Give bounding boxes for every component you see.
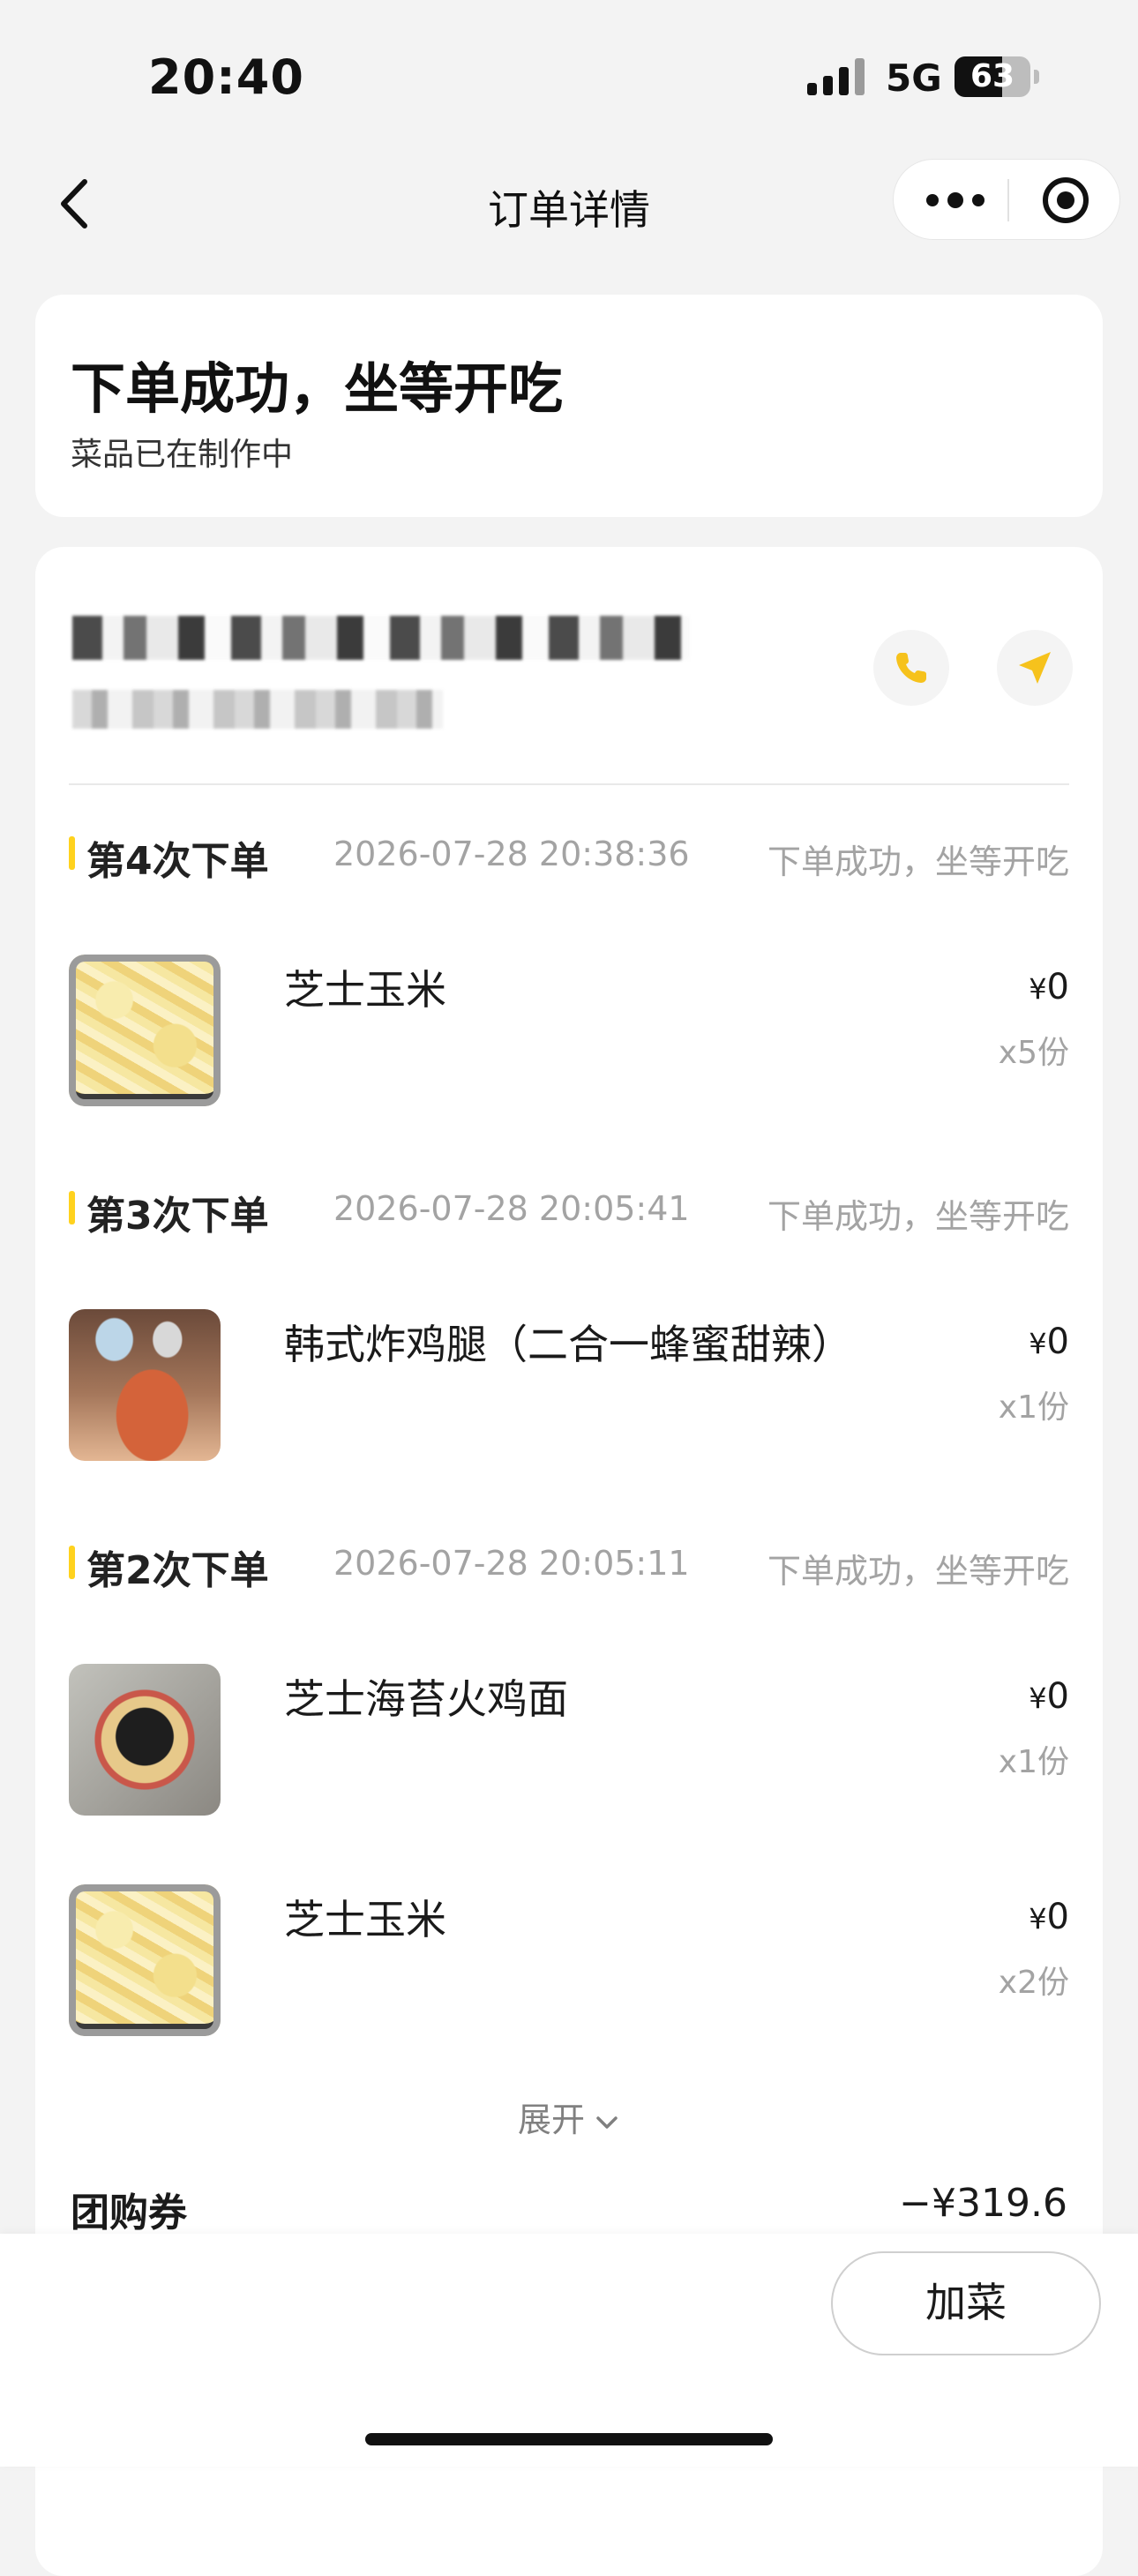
signal-icon (807, 58, 865, 95)
target-close-icon (1043, 177, 1089, 223)
navigate-button[interactable] (997, 630, 1073, 706)
item-price-value: 0 (1046, 1322, 1069, 1362)
order-batch-header: 第2次下单 2026-07-28 20:05:11 下单成功，坐等开吃 (69, 1535, 1069, 1593)
close-miniprogram-button[interactable] (1026, 167, 1105, 234)
item-price: ¥0 (1029, 1676, 1069, 1717)
order-batch-header: 第4次下单 2026-07-28 20:38:36 下单成功，坐等开吃 (69, 826, 1069, 884)
item-quantity: x1份 (998, 1389, 1069, 1426)
call-store-button[interactable] (873, 630, 949, 706)
item-price-value: 0 (1046, 1676, 1069, 1717)
batch-accent-bar (69, 1191, 75, 1224)
order-status-title: 下单成功，坐等开吃 (71, 356, 564, 421)
currency-symbol: ¥ (1029, 1681, 1047, 1715)
bottom-action-bar: 加菜 (0, 2234, 1138, 2467)
item-price-value: 0 (1046, 967, 1069, 1007)
chevron-down-icon (596, 2115, 618, 2129)
item-quantity: x1份 (998, 1744, 1069, 1780)
batch-accent-bar (69, 836, 75, 870)
store-address-redacted (72, 690, 443, 729)
batch-time: 2026-07-28 20:38:36 (333, 835, 690, 873)
batch-label: 第4次下单 (86, 839, 269, 884)
order-item[interactable]: 芝士海苔火鸡面 ¥0 x1份 (69, 1664, 1069, 1823)
item-thumbnail (69, 1884, 221, 2036)
batch-time: 2026-07-28 20:05:41 (333, 1189, 690, 1228)
add-dish-button[interactable]: 加菜 (831, 2251, 1101, 2355)
coupon-value: −¥319.6 (899, 2181, 1067, 2226)
item-price: ¥0 (1029, 1897, 1069, 1937)
batch-time: 2026-07-28 20:05:11 (333, 1544, 690, 1583)
batch-status: 下单成功，坐等开吃 (767, 842, 1069, 881)
phone-icon (896, 653, 926, 683)
item-name: 芝士海苔火鸡面 (284, 1675, 568, 1723)
currency-symbol: ¥ (1029, 1902, 1047, 1936)
miniprogram-capsule (893, 159, 1120, 240)
item-name: 韩式炸鸡腿（二合一蜂蜜甜辣） (284, 1321, 852, 1368)
item-thumbnail (69, 955, 221, 1106)
batch-status: 下单成功，坐等开吃 (767, 1197, 1069, 1236)
nav-bar: 订单详情 (0, 159, 1138, 247)
batch-status: 下单成功，坐等开吃 (767, 1552, 1069, 1591)
expand-label: 展开 (517, 2100, 585, 2139)
batch-label: 第3次下单 (86, 1194, 269, 1239)
item-price: ¥0 (1029, 967, 1069, 1007)
network-label: 5G (886, 56, 942, 100)
navigation-arrow-icon (1019, 652, 1051, 684)
batch-label: 第2次下单 (86, 1548, 269, 1593)
currency-symbol: ¥ (1029, 1327, 1047, 1360)
order-item[interactable]: 芝士玉米 ¥0 x2份 (69, 1884, 1069, 2043)
status-time: 20:40 (148, 49, 304, 105)
order-batch-header: 第3次下单 2026-07-28 20:05:41 下单成功，坐等开吃 (69, 1180, 1069, 1239)
batch-accent-bar (69, 1546, 75, 1579)
divider (69, 783, 1069, 785)
more-dots-icon (926, 192, 985, 208)
item-thumbnail (69, 1664, 221, 1816)
home-indicator (365, 2433, 773, 2445)
order-item[interactable]: 芝士玉米 ¥0 x5份 (69, 955, 1069, 1113)
status-bar: 20:40 5G 63 (0, 0, 1138, 150)
item-quantity: x5份 (998, 1035, 1069, 1071)
item-thumbnail (69, 1309, 221, 1461)
order-status-subtitle: 菜品已在制作中 (71, 437, 294, 473)
item-name: 芝士玉米 (284, 1896, 446, 1943)
item-price: ¥0 (1029, 1322, 1069, 1362)
item-quantity: x2份 (998, 1965, 1069, 2001)
coupon-label: 团购券 (71, 2190, 187, 2235)
battery-icon: 63 (955, 56, 1039, 97)
currency-symbol: ¥ (1029, 972, 1047, 1006)
item-price-value: 0 (1046, 1897, 1069, 1937)
item-name: 芝士玉米 (284, 966, 446, 1014)
expand-button[interactable]: 展开 (35, 2093, 1103, 2141)
order-item[interactable]: 韩式炸鸡腿（二合一蜂蜜甜辣） ¥0 x1份 (69, 1309, 1069, 1468)
battery-percent: 63 (970, 58, 1015, 94)
order-status-card: 下单成功，坐等开吃 菜品已在制作中 (35, 295, 1103, 517)
capsule-divider (1007, 179, 1009, 221)
store-name-redacted (72, 616, 690, 660)
more-button[interactable] (913, 167, 998, 234)
